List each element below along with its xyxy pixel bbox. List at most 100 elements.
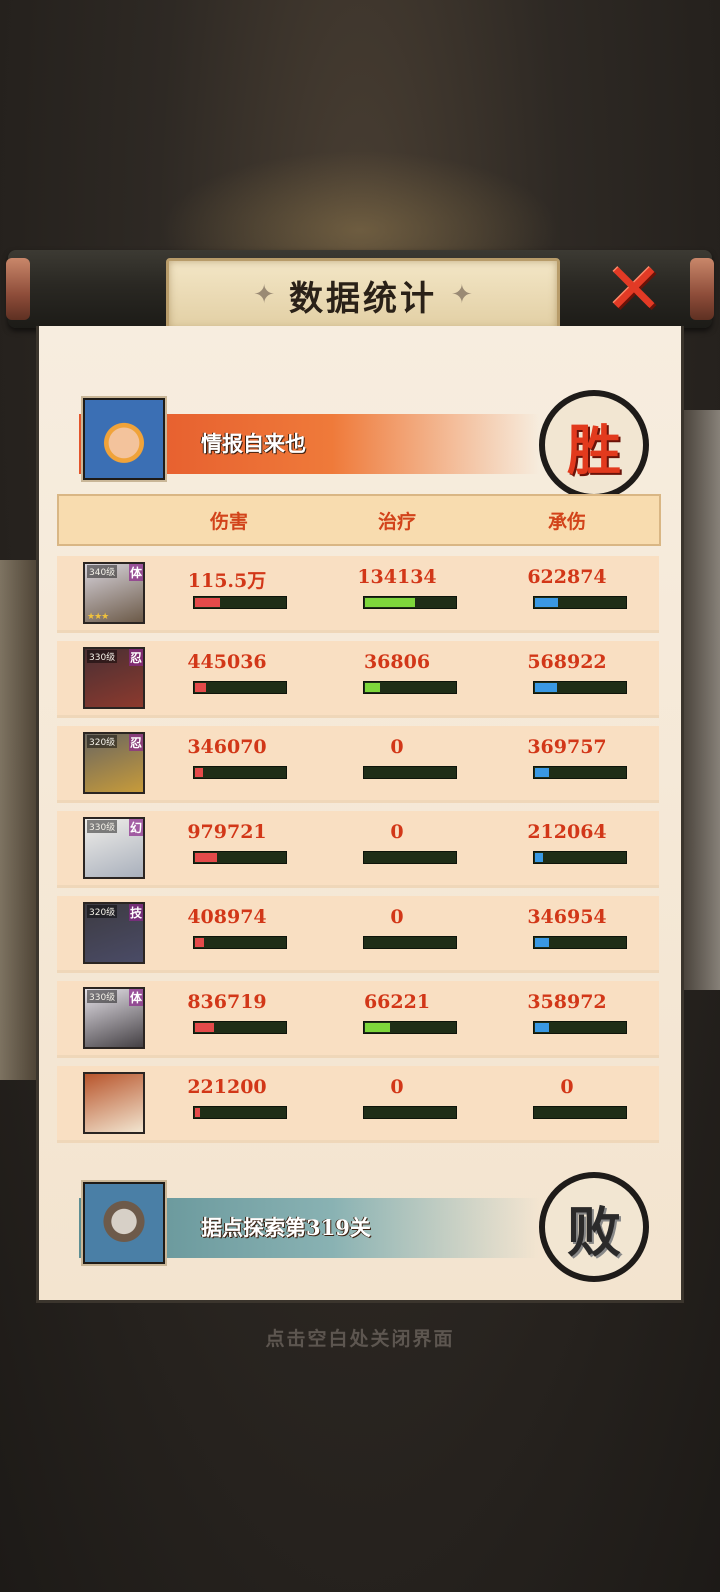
damage-bar	[193, 1021, 287, 1034]
hero-portrait-avatar[interactable]: 330级体	[83, 987, 145, 1049]
taken-bar	[533, 1106, 627, 1119]
scroll-rod-cap-right	[690, 258, 714, 320]
hero-portrait-avatar[interactable]: 320级技	[83, 902, 145, 964]
shuriken-icon: ✦	[451, 280, 473, 310]
damage-value: 346070	[187, 736, 267, 758]
taken-bar-fill	[535, 768, 549, 777]
stats-row: 221200 0 0	[57, 1066, 659, 1143]
heal-value: 0	[390, 1076, 404, 1098]
damage-bar-fill	[195, 683, 206, 692]
damage-bar-fill	[195, 1023, 214, 1032]
taken-bar-fill	[535, 938, 549, 947]
dialog-title-plate: ✦ 数据统计 ✦	[166, 258, 560, 332]
stats-row: 320级技 408974 0 346954	[57, 896, 659, 973]
damage-bar	[193, 1106, 287, 1119]
hero-rank-label: 330级	[87, 650, 118, 663]
taken-bar-fill	[535, 598, 558, 607]
heal-bar	[363, 596, 457, 609]
damage-value: 408974	[187, 906, 267, 928]
heal-bar	[363, 766, 457, 779]
heal-value: 66221	[363, 991, 431, 1013]
stats-row: 340级体 ★★★ 115.5万 134134 622874	[57, 556, 659, 633]
taken-bar	[533, 851, 627, 864]
hero-rank-label: 340级	[87, 565, 118, 578]
taken-bar	[533, 1021, 627, 1034]
taken-value: 358972	[527, 991, 607, 1013]
damage-bar-fill	[195, 598, 220, 607]
damage-value: 115.5万	[187, 570, 267, 592]
heal-bar-fill	[365, 683, 380, 692]
heal-value: 0	[390, 821, 404, 843]
taken-value: 0	[560, 1076, 574, 1098]
winner-name: 情报自来也	[201, 431, 306, 456]
heal-bar-fill	[365, 598, 415, 607]
taken-bar-fill	[535, 853, 543, 862]
damage-value: 836719	[187, 991, 267, 1013]
column-header-damage: 伤害	[209, 511, 248, 533]
fan-item-icon[interactable]	[83, 1072, 145, 1134]
taken-bar	[533, 681, 627, 694]
taken-value: 622874	[527, 566, 607, 588]
heal-bar	[363, 851, 457, 864]
hero-type-tag: 技	[128, 904, 143, 921]
column-header-taken: 承伤	[547, 511, 586, 533]
heal-bar	[363, 1106, 457, 1119]
taken-bar-fill	[535, 683, 557, 692]
taken-value: 369757	[527, 736, 607, 758]
hero-rank-label: 320级	[87, 735, 118, 748]
damage-bar-fill	[195, 1108, 200, 1117]
hero-portrait-avatar[interactable]: 330级幻	[83, 817, 145, 879]
damage-bar-fill	[195, 853, 217, 862]
close-button[interactable]: ✕	[604, 254, 664, 324]
hero-type-tag: 忍	[128, 649, 143, 666]
hero-portrait-avatar[interactable]: 330级忍	[83, 647, 145, 709]
hero-rank-label: 330级	[87, 820, 118, 833]
taken-value: 346954	[527, 906, 607, 928]
heal-value: 134134	[357, 566, 437, 588]
stats-scroll-paper: 情报自来也 胜 伤害 治疗 承伤 340级体 ★★★ 115.5万 134134 622…	[36, 326, 684, 1303]
winner-portrait-avatar	[83, 398, 165, 480]
taken-value: 568922	[527, 651, 607, 673]
damage-bar	[193, 851, 287, 864]
column-header-heal: 治疗	[377, 511, 416, 533]
heal-value: 36806	[363, 651, 431, 673]
hero-type-tag: 体	[128, 564, 143, 581]
taken-value: 212064	[527, 821, 607, 843]
victory-seal: 胜	[539, 390, 649, 500]
damage-bar-fill	[195, 938, 204, 947]
heal-value: 0	[390, 906, 404, 928]
heal-bar	[363, 681, 457, 694]
loser-portrait-avatar	[83, 1182, 165, 1264]
stats-row: 330级忍 445036 36806 568922	[57, 641, 659, 718]
hero-type-tag: 体	[128, 989, 143, 1006]
stats-row: 330级幻 979721 0 212064	[57, 811, 659, 888]
stats-header-row: 伤害 治疗 承伤	[57, 494, 661, 546]
heal-bar	[363, 936, 457, 949]
taken-bar	[533, 766, 627, 779]
heal-bar	[363, 1021, 457, 1034]
heal-value: 0	[390, 736, 404, 758]
taken-bar-fill	[535, 1023, 549, 1032]
tap-to-close-hint[interactable]: 点击空白处关闭界面	[0, 1324, 720, 1351]
hero-stars: ★★★	[87, 612, 109, 622]
scroll-rod-cap-left	[6, 258, 30, 320]
hero-type-tag: 幻	[128, 819, 143, 836]
damage-bar	[193, 596, 287, 609]
hero-portrait-avatar[interactable]: 340级体 ★★★	[83, 562, 145, 624]
damage-bar	[193, 681, 287, 694]
hero-portrait-avatar[interactable]: 320级忍	[83, 732, 145, 794]
damage-bar-fill	[195, 768, 203, 777]
stats-row: 320级忍 346070 0 369757	[57, 726, 659, 803]
background-right-panel	[680, 410, 720, 990]
hero-rank-label: 330级	[87, 990, 118, 1003]
loser-name: 据点探索第319关	[201, 1215, 371, 1240]
stats-row: 330级体 836719 66221 358972	[57, 981, 659, 1058]
taken-bar	[533, 936, 627, 949]
hero-rank-label: 320级	[87, 905, 118, 918]
defeat-seal: 败	[539, 1172, 649, 1282]
hero-type-tag: 忍	[128, 734, 143, 751]
shuriken-icon: ✦	[253, 280, 275, 310]
dialog-title: 数据统计	[289, 278, 437, 319]
damage-value: 979721	[187, 821, 267, 843]
damage-bar	[193, 766, 287, 779]
